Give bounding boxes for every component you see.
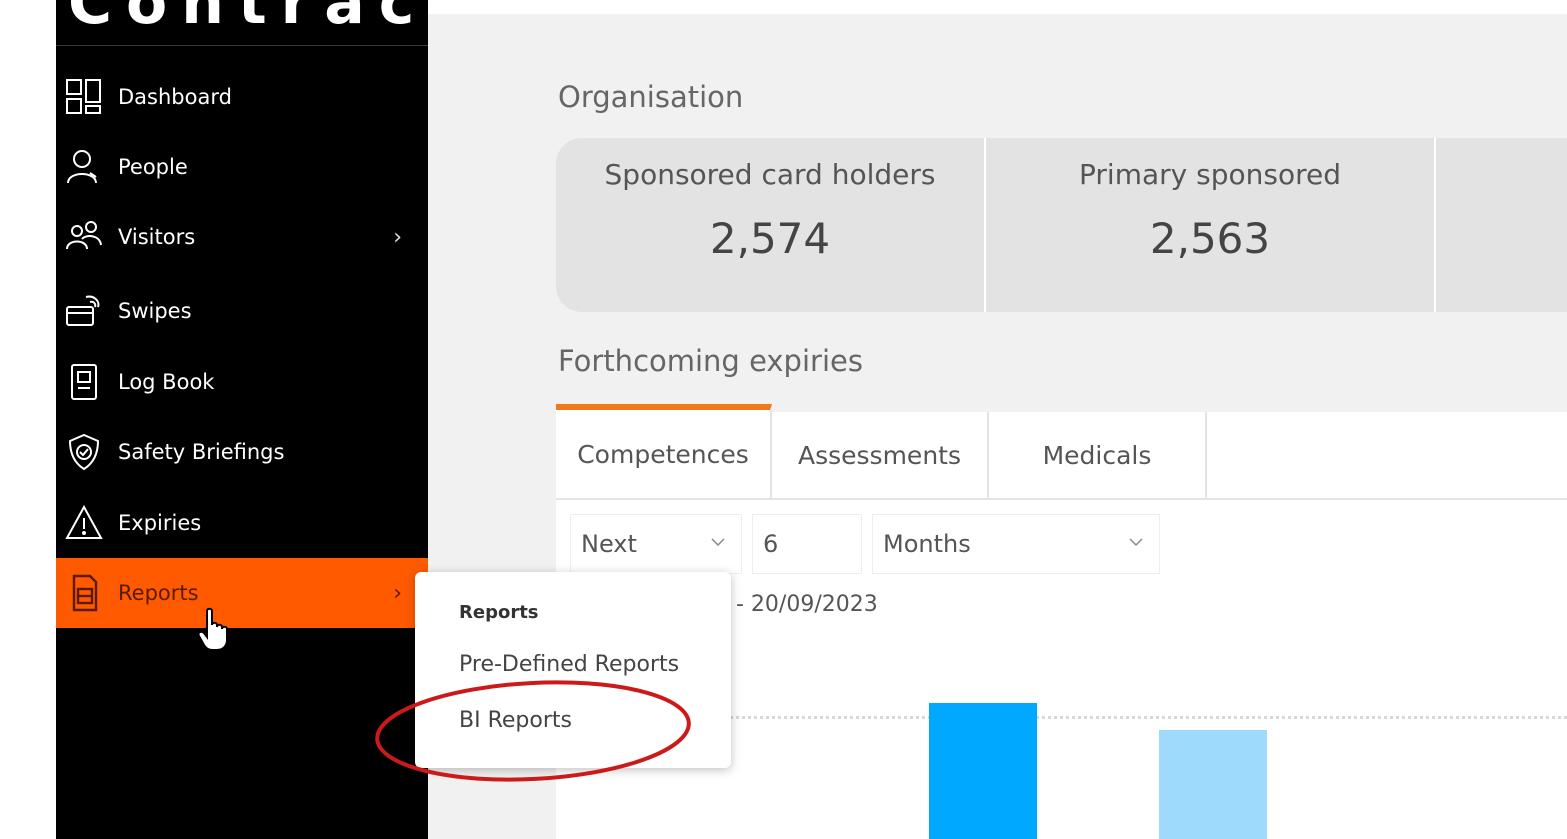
stat-sponsored-card-holders: Sponsored card holders 2,574 [556,138,984,312]
sidebar-item-reports[interactable]: Reports › [56,558,428,628]
logbook-icon [64,362,104,402]
brand-logo: Contract [56,0,428,46]
sidebar-item-label: Safety Briefings [118,440,285,464]
sidebar-item-label: Visitors [118,225,196,249]
sidebar-item-label: Reports [118,581,199,605]
sidebar-item-people[interactable]: People [56,136,428,198]
date-range-text: - 20/09/2023 [736,592,878,617]
sidebar-item-label: Log Book [118,370,215,394]
stat-value: 2,574 [709,214,831,263]
amount-input-value: 6 [763,530,779,558]
sidebar-item-visitors[interactable]: Visitors › [56,206,428,268]
chevron-right-icon: › [393,224,402,250]
sidebar: Contract Dashboard People Visitors › Swi… [56,0,428,839]
stat-label: Sponsored card holders [604,158,936,191]
flyout-heading: Reports [459,602,539,623]
stat-label: Primary sponsored [1079,158,1341,191]
sidebar-item-label: Swipes [118,299,192,323]
tab-assessments[interactable]: Assessments [772,412,989,498]
shield-icon [64,432,104,472]
sidebar-item-label: Expiries [118,511,202,535]
left-gutter [0,0,56,839]
stat-value: 2,563 [1149,214,1271,263]
direction-select[interactable]: Next [570,514,742,574]
person-icon [64,147,104,187]
brand-text: Contract [68,0,428,38]
tab-competences[interactable]: Competences [556,404,772,498]
sidebar-item-log-book[interactable]: Log Book [56,351,428,413]
chart-bar[interactable] [1159,730,1267,839]
direction-select-value: Next [581,530,637,558]
unit-select[interactable]: Months [872,514,1160,574]
reports-flyout-menu: Reports Pre-Defined Reports BI Reports [415,572,731,768]
unit-select-value: Months [883,530,971,558]
organisation-title: Organisation [558,80,744,114]
chevron-down-icon [711,538,725,547]
chevron-down-icon [1129,538,1143,547]
chart-gridline [730,716,1567,719]
tab-medicals[interactable]: Medicals [989,412,1207,498]
sidebar-item-label: Dashboard [118,85,232,109]
document-icon [64,573,104,613]
dashboard-grid-icon [64,77,104,117]
sidebar-item-dashboard[interactable]: Dashboard [56,66,428,128]
chart-bar[interactable] [929,703,1037,839]
top-bar [428,0,1567,14]
card-swipe-icon [64,291,104,331]
stats-card: Sponsored card holders 2,574 Primary spo… [556,138,1567,312]
tabs-divider [556,498,1567,500]
chevron-right-icon: › [393,580,402,606]
sidebar-item-safety-briefings[interactable]: Safety Briefings [56,421,428,483]
forthcoming-expiries-title: Forthcoming expiries [558,344,863,378]
sidebar-item-label: People [118,155,188,179]
menu-item-bi-reports[interactable]: BI Reports [459,708,572,733]
amount-input[interactable]: 6 [752,514,862,574]
warning-triangle-icon [64,503,104,543]
sidebar-item-expiries[interactable]: Expiries [56,492,428,554]
menu-item-pre-defined-reports[interactable]: Pre-Defined Reports [459,652,679,677]
stat-divider [1434,138,1436,312]
sidebar-item-swipes[interactable]: Swipes [56,280,428,342]
stat-primary-sponsored: Primary sponsored 2,563 [986,138,1434,312]
visitors-group-icon [64,217,104,257]
